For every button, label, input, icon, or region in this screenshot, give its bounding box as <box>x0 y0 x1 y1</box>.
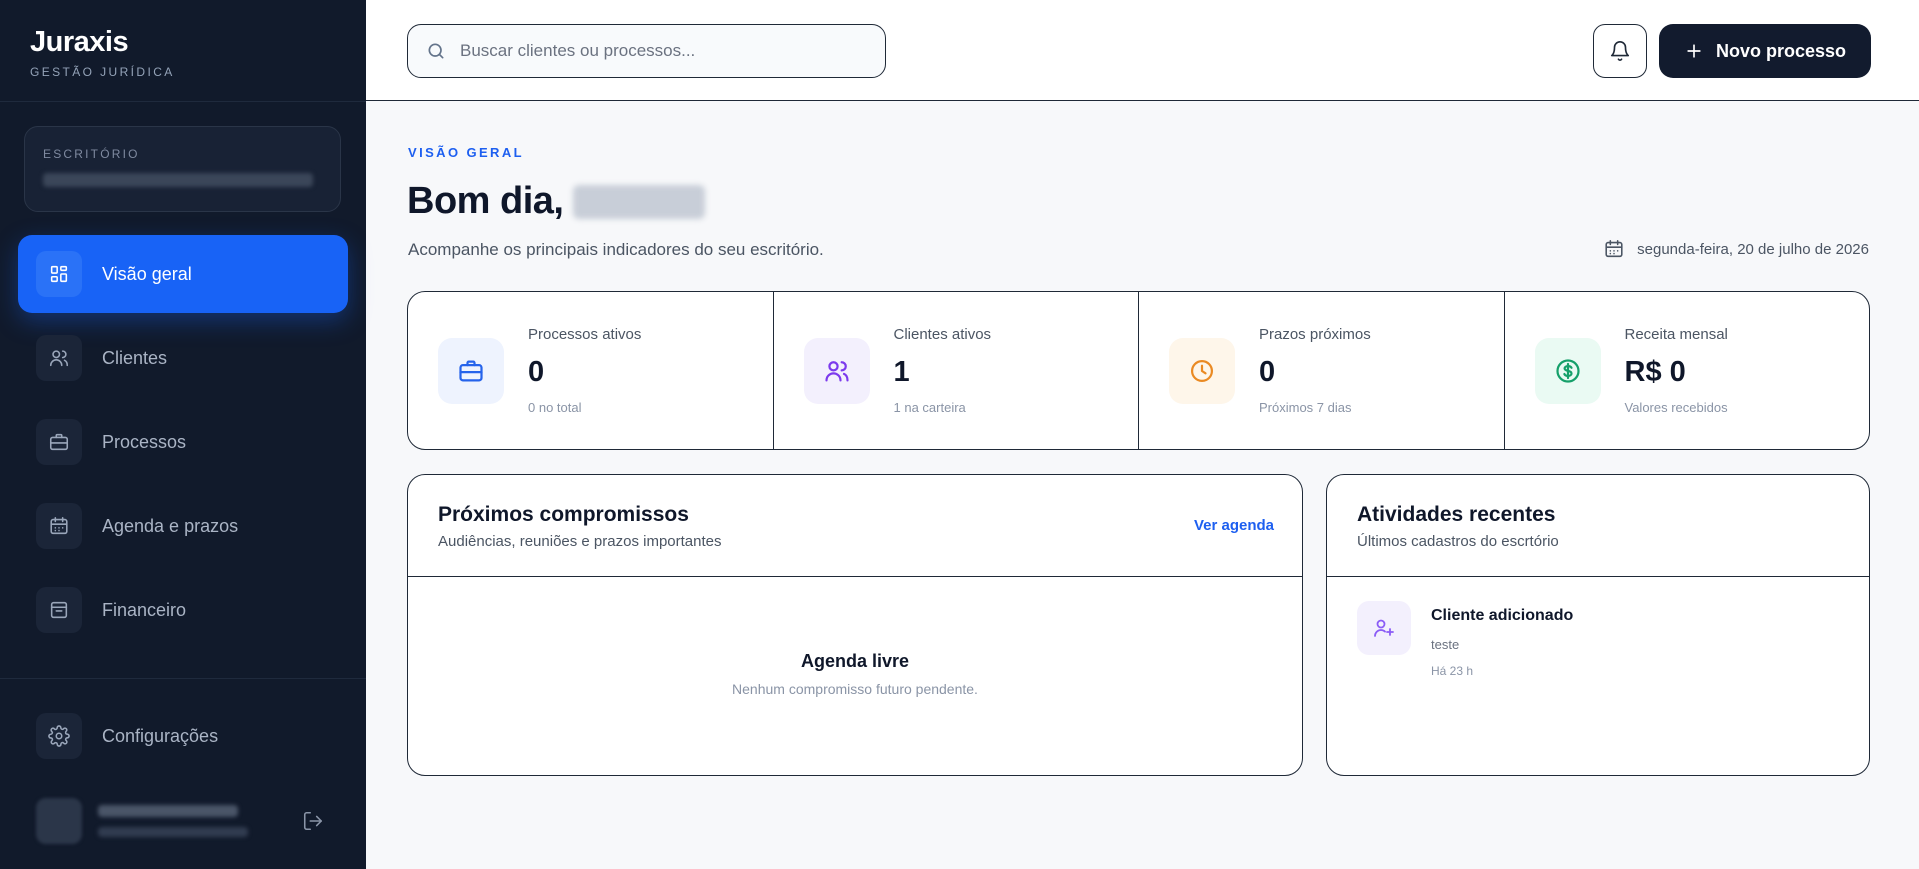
stat-note: 0 no total <box>528 400 582 415</box>
activity-time: Há 23 h <box>1431 664 1474 678</box>
user-email-redacted <box>98 827 248 837</box>
current-date: segunda-feira, 20 de julho de 2026 <box>1603 238 1869 260</box>
empty-state-subtitle: Nenhum compromisso futuro pendente. <box>732 681 978 697</box>
activity-text: Cliente adicionado teste Há 23 h <box>1431 601 1573 678</box>
user-name-redacted <box>98 805 238 817</box>
activities-panel: Atividades recentes Últimos cadastros do… <box>1326 474 1870 776</box>
user-profile[interactable] <box>36 796 326 846</box>
avatar <box>36 798 82 844</box>
sidebar-item-label: Financeiro <box>102 599 187 620</box>
stat-label: Clientes ativos <box>893 326 992 343</box>
search-box[interactable] <box>407 24 886 78</box>
gear-icon <box>36 713 82 759</box>
brand-name: Juraxis <box>30 26 129 58</box>
date-text: segunda-feira, 20 de julho de 2026 <box>1637 240 1869 258</box>
sidebar-divider <box>0 101 366 102</box>
stat-label: Prazos próximos <box>1259 326 1371 343</box>
wallet-icon <box>36 587 82 633</box>
stat-note: Valores recebidos <box>1624 400 1728 415</box>
briefcase-icon <box>438 338 504 404</box>
sidebar-divider <box>0 678 366 679</box>
stats-cards: Processos ativos 0 0 no total Clientes a… <box>407 291 1870 450</box>
search-input[interactable] <box>460 41 860 61</box>
activities-title: Atividades recentes <box>1357 503 1556 526</box>
users-icon <box>803 338 870 404</box>
bell-icon <box>1610 41 1630 61</box>
clock-icon <box>1169 338 1235 404</box>
sidebar-item-visao-geral[interactable]: Visão geral <box>18 235 348 313</box>
office-selector[interactable]: ESCRITÓRIO <box>24 126 341 212</box>
calendar-icon <box>36 503 82 549</box>
activity-description: teste <box>1431 637 1460 652</box>
sidebar-item-label: Processos <box>102 431 187 452</box>
sidebar-item-label: Configurações <box>102 725 219 746</box>
user-first-name-redacted <box>573 184 706 219</box>
dollar-icon <box>1534 338 1601 404</box>
stat-card-prazos[interactable]: Prazos próximos 0 Próximos 7 dias <box>1139 292 1505 449</box>
logout-icon <box>303 811 323 831</box>
sidebar: Juraxis GESTÃO JURÍDICA ESCRITÓRIO Visão… <box>0 0 366 869</box>
page-eyebrow: VISÃO GERAL <box>408 145 524 160</box>
logout-button[interactable] <box>300 808 326 834</box>
sidebar-item-clientes[interactable]: Clientes <box>18 319 348 397</box>
stat-value: 0 <box>528 356 545 388</box>
stat-note: 1 na carteira <box>893 400 966 415</box>
brand: Juraxis GESTÃO JURÍDICA <box>30 26 175 79</box>
activity-item[interactable]: Cliente adicionado teste Há 23 h <box>1357 601 1573 678</box>
new-process-label: Novo processo <box>1715 40 1847 61</box>
sidebar-item-label: Visão geral <box>102 263 192 284</box>
office-label: ESCRITÓRIO <box>43 147 140 161</box>
stat-value: 0 <box>1259 356 1276 388</box>
top-bar: Novo processo <box>366 0 1919 101</box>
appointments-panel: Próximos compromissos Audiências, reuniõ… <box>407 474 1303 776</box>
user-plus-icon <box>1357 601 1411 655</box>
calendar-icon <box>1605 239 1623 258</box>
sidebar-item-label: Clientes <box>102 347 168 368</box>
sidebar-item-financeiro[interactable]: Financeiro <box>18 571 348 649</box>
page-title: Bom dia, <box>407 180 706 223</box>
activities-header: Atividades recentes Últimos cadastros do… <box>1327 475 1869 577</box>
layout-grid-icon <box>36 251 82 297</box>
empty-state-title: Agenda livre <box>800 651 910 671</box>
briefcase-icon <box>36 419 82 465</box>
view-agenda-link[interactable]: Ver agenda <box>1194 517 1274 534</box>
page-subtitle: Acompanhe os principais indicadores do s… <box>408 240 824 259</box>
activity-title: Cliente adicionado <box>1431 607 1574 624</box>
stat-value: R$ 0 <box>1624 356 1686 388</box>
appointments-header: Próximos compromissos Audiências, reuniõ… <box>408 475 1302 577</box>
appointments-subtitle: Audiências, reuniões e prazos importante… <box>438 533 722 550</box>
sidebar-item-agenda[interactable]: Agenda e prazos <box>18 487 348 565</box>
activities-subtitle: Últimos cadastros do escrtório <box>1357 533 1559 550</box>
stat-card-clientes[interactable]: Clientes ativos 1 1 na carteira <box>774 292 1139 449</box>
appointments-title: Próximos compromissos <box>438 503 689 526</box>
brand-subtitle: GESTÃO JURÍDICA <box>30 65 175 79</box>
stat-label: Receita mensal <box>1624 326 1728 343</box>
stat-card-processos[interactable]: Processos ativos 0 0 no total <box>408 292 774 449</box>
users-icon <box>36 335 82 381</box>
notifications-button[interactable] <box>1593 24 1647 78</box>
stat-value: 1 <box>893 356 910 388</box>
stat-note: Próximos 7 dias <box>1259 400 1352 415</box>
search-icon <box>428 43 444 59</box>
stat-label: Processos ativos <box>528 326 642 343</box>
sidebar-item-configuracoes[interactable]: Configurações <box>18 697 348 775</box>
office-name-redacted <box>43 173 313 187</box>
new-process-button[interactable]: Novo processo <box>1659 24 1871 78</box>
stat-card-receita[interactable]: Receita mensal R$ 0 Valores recebidos <box>1505 292 1870 449</box>
sidebar-item-processos[interactable]: Processos <box>18 403 348 481</box>
plus-icon <box>1687 44 1701 58</box>
sidebar-item-label: Agenda e prazos <box>102 515 239 536</box>
user-info-redacted <box>98 805 248 837</box>
greeting-text: Bom dia, <box>407 180 564 222</box>
